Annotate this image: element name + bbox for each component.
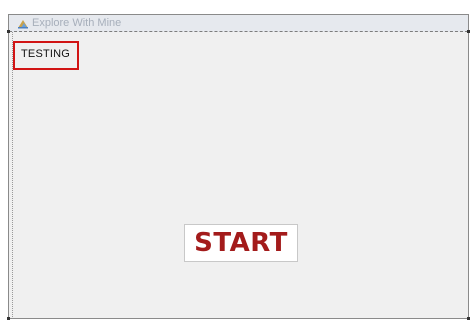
start-button[interactable]: START <box>184 224 298 262</box>
client-area: TESTING START <box>12 32 467 317</box>
status-indicator: TESTING <box>13 41 79 70</box>
resize-handle-bottom-left[interactable] <box>7 317 10 320</box>
resize-handle-top-left[interactable] <box>7 30 10 33</box>
title-bar[interactable]: Explore With Mine <box>9 15 468 32</box>
resize-handle-bottom-right[interactable] <box>467 317 470 320</box>
app-window: Explore With Mine TESTING START <box>7 14 470 320</box>
resize-handle-top-right[interactable] <box>467 30 470 33</box>
app-logo-icon <box>18 20 28 29</box>
status-label: TESTING <box>21 48 71 60</box>
window-title: Explore With Mine <box>32 17 122 29</box>
